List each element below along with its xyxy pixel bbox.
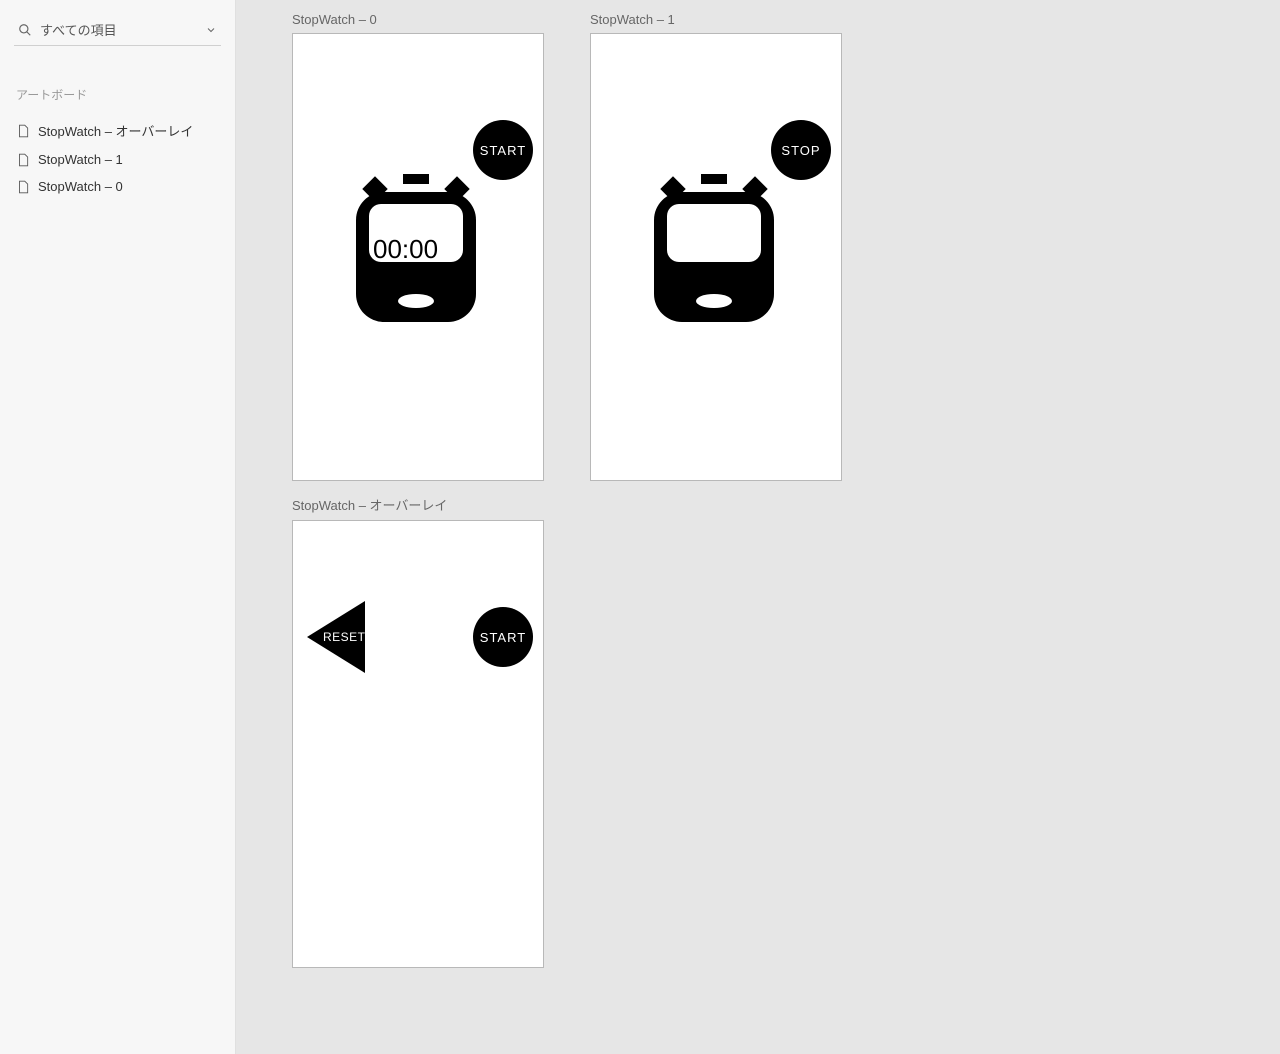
chevron-down-icon xyxy=(205,24,217,36)
canvas[interactable]: StopWatch – 0 00:00 START StopWatch – 1 xyxy=(236,0,1280,1054)
button-label: STOP xyxy=(781,143,820,158)
button-label: START xyxy=(480,143,526,158)
artboard-title[interactable]: StopWatch – オーバーレイ xyxy=(292,495,544,514)
artboard-block-overlay: StopWatch – オーバーレイ RESET START xyxy=(292,495,544,968)
reset-button[interactable]: RESET xyxy=(307,601,365,673)
list-item-label: StopWatch – 0 xyxy=(38,179,123,194)
start-button[interactable]: START xyxy=(473,607,533,667)
start-button[interactable]: START xyxy=(473,120,533,180)
artboard-title[interactable]: StopWatch – 0 xyxy=(292,12,544,27)
document-icon xyxy=(16,124,30,138)
button-label: START xyxy=(480,630,526,645)
list-item-label: StopWatch – 1 xyxy=(38,152,123,167)
search-icon xyxy=(18,23,32,37)
stopwatch-icon xyxy=(639,174,789,334)
search-dropdown[interactable]: すべての項目 xyxy=(14,14,221,46)
artboard-frame-overlay[interactable]: RESET START xyxy=(292,520,544,968)
sidebar-item-sw0[interactable]: StopWatch – 0 xyxy=(14,173,221,200)
artboard-section-title: アートボード xyxy=(14,86,221,103)
artboard-frame-1[interactable]: STOP xyxy=(590,33,842,481)
artboard-frame-0[interactable]: 00:00 START xyxy=(292,33,544,481)
artboard-block-0: StopWatch – 0 00:00 START xyxy=(292,12,544,481)
artboard-title[interactable]: StopWatch – 1 xyxy=(590,12,842,27)
sidebar: すべての項目 アートボード StopWatch – オーバーレイ StopWat… xyxy=(0,0,236,1054)
artboard-list: StopWatch – オーバーレイ StopWatch – 1 StopWat… xyxy=(14,115,221,200)
sidebar-item-overlay[interactable]: StopWatch – オーバーレイ xyxy=(14,115,221,146)
document-icon xyxy=(16,153,30,167)
button-label: RESET xyxy=(323,630,366,644)
list-item-label: StopWatch – オーバーレイ xyxy=(38,121,193,140)
stop-button[interactable]: STOP xyxy=(771,120,831,180)
document-icon xyxy=(16,180,30,194)
time-display: 00:00 xyxy=(373,234,438,265)
sidebar-item-sw1[interactable]: StopWatch – 1 xyxy=(14,146,221,173)
artboard-block-1: StopWatch – 1 STOP xyxy=(590,12,842,481)
search-placeholder: すべての項目 xyxy=(40,20,197,39)
